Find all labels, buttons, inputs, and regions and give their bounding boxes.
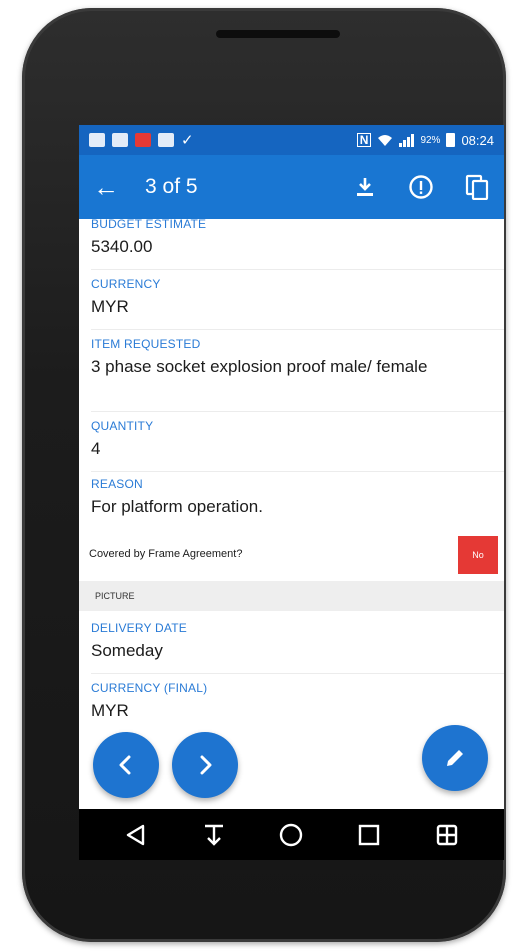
field-budget-estimate: BUDGET ESTIMATE 5340.00 (91, 219, 492, 257)
divider (91, 329, 504, 330)
nfc-icon: N (356, 133, 372, 147)
linkedin-notification-icon-2 (158, 133, 174, 147)
download-complete-icon: ✓ (181, 131, 194, 149)
section-header-picture: PICTURE (79, 581, 504, 611)
signal-icon (399, 133, 415, 147)
back-arrow-icon[interactable]: ← (93, 174, 123, 200)
field-label: BUDGET ESTIMATE (91, 219, 207, 231)
chevron-right-icon (200, 755, 212, 775)
field-value: MYR (91, 297, 129, 316)
edit-button[interactable] (422, 725, 488, 791)
frame-agreement-toggle[interactable]: No (458, 536, 498, 574)
back-triangle-icon[interactable] (120, 819, 152, 851)
field-reason: REASON For platform operation. (91, 477, 492, 517)
field-quantity: QUANTITY 4 (91, 419, 492, 459)
divider (91, 411, 504, 412)
field-label: CURRENCY (FINAL) (91, 681, 208, 695)
download-nav-icon[interactable] (198, 819, 230, 851)
pencil-icon (447, 750, 463, 766)
previous-button[interactable] (93, 732, 159, 798)
divider (91, 471, 504, 472)
linkedin-notification-icon (112, 133, 128, 147)
info-icon[interactable] (408, 174, 434, 200)
field-label: DELIVERY DATE (91, 621, 187, 635)
field-label: ITEM REQUESTED (91, 337, 201, 351)
field-label: REASON (91, 477, 143, 491)
earpiece-speaker (216, 30, 340, 38)
field-value: For platform operation. (91, 497, 263, 516)
divider (91, 673, 504, 674)
download-icon[interactable] (352, 174, 378, 200)
field-value: 4 (91, 439, 101, 458)
image-notification-icon (89, 133, 105, 147)
phone-frame: ✓ N 92% 08:24 ← 3 of 5 BUDGET ESTIMATE 5… (22, 8, 506, 942)
field-label: QUANTITY (91, 419, 154, 433)
detail-content[interactable]: BUDGET ESTIMATE 5340.00 CURRENCY MYR ITE… (79, 219, 504, 809)
flipboard-notification-icon (135, 133, 151, 147)
field-item-requested: ITEM REQUESTED 3 phase socket explosion … (91, 337, 492, 377)
field-currency: CURRENCY MYR (91, 277, 492, 317)
wifi-icon (378, 134, 393, 146)
field-value: 5340.00 (91, 237, 153, 256)
field-value: MYR (91, 701, 129, 720)
battery-icon (446, 133, 456, 147)
page-title: 3 of 5 (145, 175, 198, 198)
frame-agreement-label: Covered by Frame Agreement? (89, 548, 243, 560)
battery-percent: 92% (420, 134, 441, 146)
divider (91, 269, 504, 270)
screen: ✓ N 92% 08:24 ← 3 of 5 BUDGET ESTIMATE 5… (79, 125, 504, 860)
field-label: CURRENCY (91, 277, 161, 291)
app-bar: ← 3 of 5 (79, 155, 504, 219)
system-nav-bar (79, 809, 504, 860)
status-bar: ✓ N 92% 08:24 (79, 125, 504, 155)
field-value: 3 phase socket explosion proof male/ fem… (91, 357, 428, 376)
recents-square-icon[interactable] (353, 819, 385, 851)
field-delivery-date: DELIVERY DATE Someday (91, 621, 492, 661)
frame-agreement-row: Covered by Frame Agreement? No (79, 531, 504, 579)
clock: 08:24 (461, 132, 494, 148)
field-currency-final: CURRENCY (FINAL) MYR (91, 681, 492, 721)
grid-icon[interactable] (431, 819, 463, 851)
home-circle-icon[interactable] (275, 819, 307, 851)
copy-icon[interactable] (464, 174, 490, 200)
next-button[interactable] (172, 732, 238, 798)
chevron-left-icon (119, 755, 131, 775)
field-value: Someday (91, 641, 163, 660)
